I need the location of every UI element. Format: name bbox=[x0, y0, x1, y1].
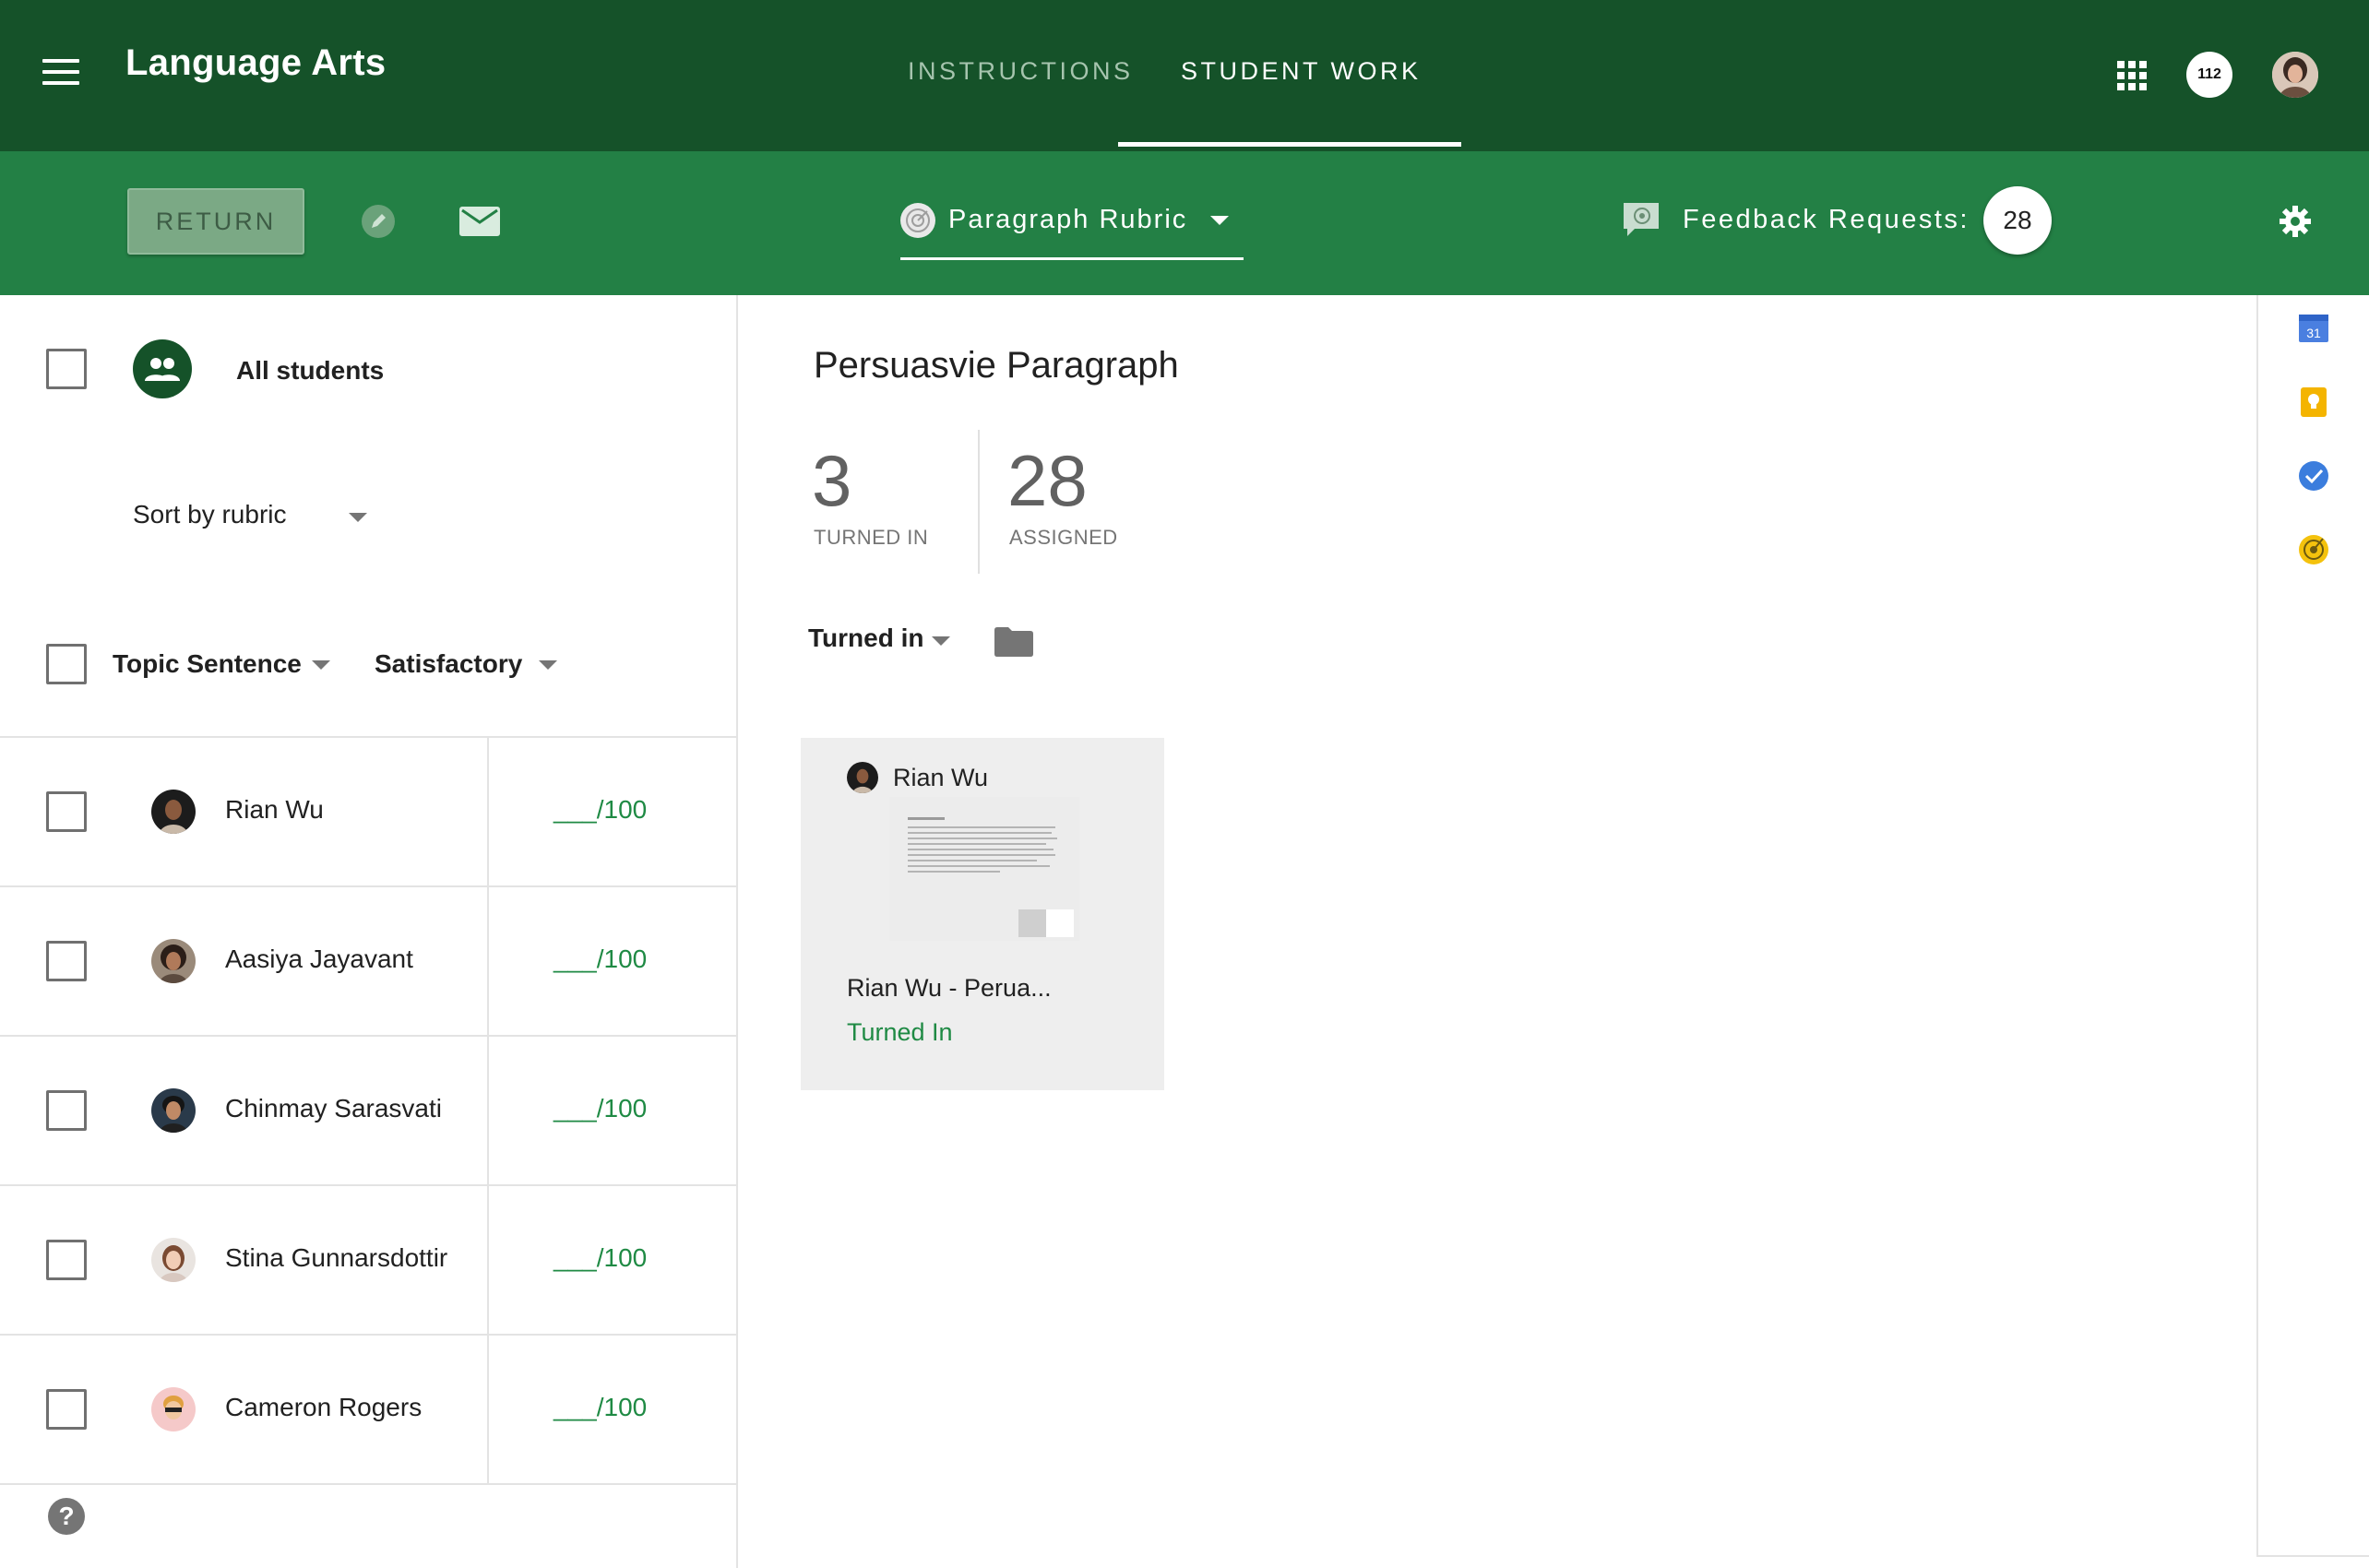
rubric-selector[interactable]: Paragraph Rubric bbox=[900, 197, 1244, 260]
filter-select-checkbox[interactable] bbox=[46, 644, 87, 684]
divider bbox=[487, 887, 489, 1037]
divider bbox=[487, 1037, 489, 1186]
submission-student-name: Rian Wu bbox=[893, 764, 989, 791]
sort-label: Sort by rubric bbox=[133, 500, 287, 529]
turned-in-count: 3 bbox=[812, 440, 852, 521]
rubric-label: Paragraph Rubric bbox=[948, 205, 1188, 234]
submission-status: Turned In bbox=[847, 1018, 953, 1046]
student-name: Aasiya Jayavant bbox=[225, 944, 413, 973]
tab-student-work[interactable]: STUDENT WORK bbox=[1181, 57, 1422, 86]
submission-filename[interactable]: Rian Wu - Perua... bbox=[847, 974, 1052, 1003]
apps-grid-icon[interactable] bbox=[2117, 61, 2147, 90]
calendar-icon[interactable]: 31 bbox=[2297, 312, 2330, 345]
student-avatar bbox=[151, 1238, 196, 1282]
active-tab-indicator bbox=[1118, 142, 1461, 147]
chevron-down-icon bbox=[312, 660, 330, 670]
grade-input[interactable]: ___/100 bbox=[554, 944, 647, 974]
chevron-down-icon bbox=[349, 513, 367, 522]
email-icon[interactable] bbox=[459, 207, 500, 236]
assigned-label: ASSIGNED bbox=[1009, 526, 1118, 549]
student-avatar bbox=[151, 939, 196, 983]
grade-pencil-icon[interactable] bbox=[362, 205, 395, 238]
criterion-dropdown[interactable]: Topic Sentence bbox=[113, 649, 334, 683]
feedback-count-badge[interactable]: 28 bbox=[1983, 186, 2052, 255]
student-name: Rian Wu bbox=[225, 795, 324, 824]
student-name: Chinmay Sarasvati bbox=[225, 1094, 442, 1123]
student-avatar bbox=[847, 762, 878, 793]
notification-badge[interactable]: 112 bbox=[2186, 52, 2232, 98]
rubric-badge-icon[interactable] bbox=[2297, 533, 2330, 566]
student-row[interactable]: Stina Gunnarsdottir ___/100 bbox=[0, 1186, 738, 1336]
tab-instructions[interactable]: INSTRUCTIONS bbox=[908, 57, 1134, 86]
chevron-down-icon bbox=[539, 660, 557, 670]
feedback-icon[interactable] bbox=[1622, 201, 1662, 238]
student-avatar bbox=[151, 1387, 196, 1431]
student-row[interactable]: Aasiya Jayavant ___/100 bbox=[0, 887, 738, 1037]
student-row[interactable]: Cameron Rogers ___/100 bbox=[0, 1336, 738, 1485]
menu-icon[interactable] bbox=[42, 59, 79, 89]
status-filter-label: Turned in bbox=[808, 624, 924, 652]
status-filter-dropdown[interactable]: Turned in bbox=[808, 624, 956, 660]
chevron-down-icon bbox=[1210, 216, 1229, 225]
student-row[interactable]: Rian Wu ___/100 bbox=[0, 738, 738, 887]
rubric-icon bbox=[900, 203, 935, 238]
help-icon[interactable]: ? bbox=[48, 1498, 85, 1535]
assigned-count: 28 bbox=[1007, 440, 1088, 521]
student-checkbox[interactable] bbox=[46, 1240, 87, 1280]
divider bbox=[487, 1186, 489, 1336]
all-students-label: All students bbox=[236, 356, 385, 385]
keep-bulb-icon[interactable] bbox=[2297, 386, 2330, 419]
sort-dropdown[interactable]: Sort by rubric bbox=[133, 500, 373, 537]
document-thumbnail bbox=[889, 797, 1079, 941]
student-name: Stina Gunnarsdottir bbox=[225, 1243, 448, 1272]
student-checkbox[interactable] bbox=[46, 791, 87, 832]
student-avatar bbox=[151, 790, 196, 834]
account-avatar[interactable] bbox=[2272, 52, 2318, 98]
level-dropdown[interactable]: Satisfactory bbox=[375, 649, 568, 683]
grade-input[interactable]: ___/100 bbox=[554, 795, 647, 825]
assignment-title: Persuasvie Paragraph bbox=[814, 345, 1179, 386]
student-checkbox[interactable] bbox=[46, 1090, 87, 1131]
submission-card[interactable]: Rian Wu Rian Wu - Perua... Turned In bbox=[801, 738, 1164, 1090]
turned-in-label: TURNED IN bbox=[814, 526, 929, 549]
student-row[interactable]: Chinmay Sarasvati ___/100 bbox=[0, 1037, 738, 1186]
grade-input[interactable]: ___/100 bbox=[554, 1393, 647, 1422]
divider bbox=[487, 738, 489, 887]
criterion-label: Topic Sentence bbox=[113, 649, 302, 678]
level-label: Satisfactory bbox=[375, 649, 523, 678]
folder-icon[interactable] bbox=[994, 627, 1033, 657]
grade-input[interactable]: ___/100 bbox=[554, 1094, 647, 1123]
calendar-day-text: 31 bbox=[2306, 326, 2321, 340]
tasks-check-icon[interactable] bbox=[2297, 459, 2330, 493]
settings-gear-icon[interactable] bbox=[2277, 203, 2314, 240]
student-name: Cameron Rogers bbox=[225, 1393, 423, 1421]
app-title: Language Arts bbox=[125, 42, 387, 83]
return-button[interactable]: RETURN bbox=[127, 188, 304, 255]
chevron-down-icon bbox=[932, 636, 950, 646]
group-icon bbox=[133, 339, 192, 398]
student-checkbox[interactable] bbox=[46, 1389, 87, 1430]
divider bbox=[487, 1336, 489, 1485]
student-checkbox[interactable] bbox=[46, 941, 87, 981]
grade-input[interactable]: ___/100 bbox=[554, 1243, 647, 1273]
student-avatar bbox=[151, 1088, 196, 1133]
feedback-requests-label: Feedback Requests: bbox=[1683, 205, 1970, 234]
divider bbox=[978, 430, 980, 574]
side-panel: 31 bbox=[2256, 295, 2369, 1557]
all-students-checkbox[interactable] bbox=[46, 349, 87, 389]
